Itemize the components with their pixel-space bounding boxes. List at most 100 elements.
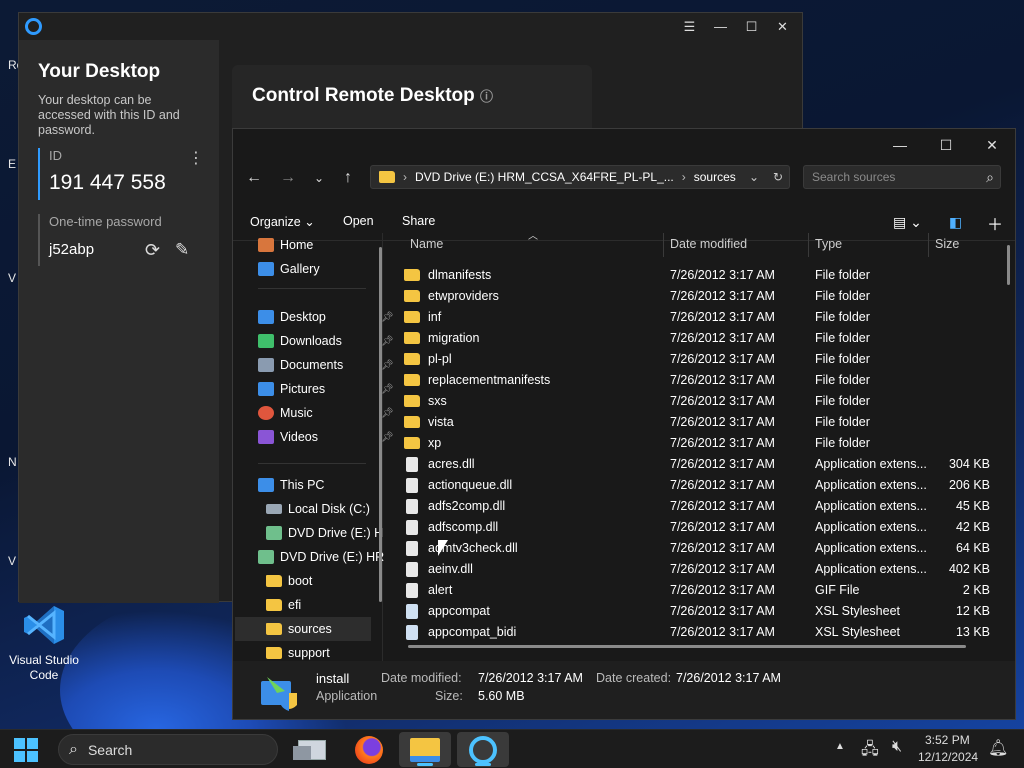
recent-locations-chevron-icon[interactable]: ⌄ bbox=[308, 167, 330, 189]
file-row[interactable]: acres.dll 7/26/2012 3:17 AM Application ex… bbox=[398, 454, 998, 475]
file-row[interactable]: migration 7/26/2012 3:17 AM File folder bbox=[398, 328, 998, 349]
file-row[interactable]: aeinv.dll 7/26/2012 3:17 AM Application ex… bbox=[398, 559, 998, 580]
clock-time[interactable]: 3:52 PM bbox=[925, 733, 970, 747]
nav-item-dvd-drive[interactable]: DVD Drive (E:) H bbox=[266, 521, 383, 545]
address-dropdown-icon[interactable]: ⌄ bbox=[749, 170, 759, 184]
pin-icon[interactable]: 📌︎ bbox=[381, 360, 394, 371]
desktop-icon-label[interactable]: V bbox=[8, 554, 16, 568]
breadcrumb-folder[interactable]: sources bbox=[694, 170, 736, 184]
organize-button[interactable]: Organize ⌄ bbox=[250, 214, 315, 229]
nav-item-dvd-drive-root[interactable]: DVD Drive (E:) HR bbox=[258, 545, 384, 569]
minimize-icon[interactable]: — bbox=[707, 16, 734, 38]
pin-icon[interactable]: 📌︎ bbox=[381, 384, 394, 395]
nav-item-home[interactable]: Home bbox=[258, 233, 313, 257]
column-divider[interactable] bbox=[663, 233, 664, 257]
open-button[interactable]: Open bbox=[343, 214, 374, 228]
column-divider[interactable] bbox=[928, 233, 929, 257]
edit-icon[interactable]: ✎ bbox=[175, 240, 189, 260]
pin-icon[interactable]: 📌︎ bbox=[381, 336, 394, 347]
nav-item-this-pc[interactable]: This PC bbox=[258, 473, 324, 497]
taskbar-firefox[interactable] bbox=[343, 732, 395, 767]
refresh-icon[interactable]: ⟳ bbox=[145, 240, 160, 261]
view-options-icon[interactable]: ▤ ⌄ bbox=[893, 214, 922, 231]
file-row[interactable]: alert 7/26/2012 3:17 AM GIF File 2 KB bbox=[398, 580, 998, 601]
list-vertical-scrollbar[interactable] bbox=[1007, 245, 1010, 285]
close-icon[interactable]: ✕ bbox=[769, 16, 796, 38]
taskbar-file-explorer[interactable] bbox=[399, 732, 451, 767]
minimize-icon[interactable]: — bbox=[877, 129, 923, 161]
desktop-icon-label[interactable]: N bbox=[8, 455, 17, 469]
desktop-icon-vscode[interactable]: Visual Studio Code bbox=[4, 603, 84, 683]
column-divider[interactable] bbox=[808, 233, 809, 257]
more-options-icon[interactable]: ⋮ bbox=[188, 148, 204, 168]
address-bar[interactable]: › DVD Drive (E:) HRM_CCSA_X64FRE_PL-PL_.… bbox=[370, 165, 790, 189]
nav-item-desktop[interactable]: Desktop 📌︎ bbox=[258, 305, 394, 329]
search-input[interactable]: Search sources ⌕ bbox=[803, 165, 1001, 189]
nav-item-documents[interactable]: Documents 📌︎ bbox=[258, 353, 394, 377]
pin-icon[interactable]: 📌︎ bbox=[381, 408, 394, 419]
back-arrow-icon[interactable]: ← bbox=[243, 167, 265, 189]
file-row[interactable]: admtv3check.dll 7/26/2012 3:17 AM Applicat… bbox=[398, 538, 998, 559]
share-button[interactable]: Share bbox=[402, 214, 435, 228]
nav-item-boot[interactable]: boot bbox=[266, 569, 312, 593]
taskbar-anydesk[interactable] bbox=[457, 732, 509, 767]
file-row[interactable]: adfs2comp.dll 7/26/2012 3:17 AM Applicatio… bbox=[398, 496, 998, 517]
nav-item-videos[interactable]: Videos 📌︎ bbox=[258, 425, 394, 449]
pin-icon[interactable]: 📌︎ bbox=[381, 432, 394, 443]
pin-icon[interactable]: 📌︎ bbox=[381, 312, 394, 323]
list-horizontal-scrollbar[interactable] bbox=[408, 645, 966, 648]
show-hidden-icons-chevron-icon[interactable]: ▲ bbox=[835, 741, 845, 752]
file-row[interactable]: adfscomp.dll 7/26/2012 3:17 AM Application… bbox=[398, 517, 998, 538]
nav-divider bbox=[258, 288, 366, 289]
details-pane-icon[interactable]: ◧ bbox=[949, 214, 962, 231]
file-row[interactable]: sxs 7/26/2012 3:17 AM File folder bbox=[398, 391, 998, 412]
file-row[interactable]: vista 7/26/2012 3:17 AM File folder bbox=[398, 412, 998, 433]
file-row[interactable]: inf 7/26/2012 3:17 AM File folder bbox=[398, 307, 998, 328]
maximize-icon[interactable]: ☐ bbox=[738, 16, 765, 38]
task-view-button[interactable] bbox=[286, 732, 338, 767]
nav-item-downloads[interactable]: Downloads 📌︎ bbox=[258, 329, 394, 353]
notification-bell-icon[interactable]: 🔔︎ bbox=[988, 738, 1008, 758]
search-icon[interactable]: ⌕ bbox=[986, 166, 994, 188]
file-row[interactable]: xp 7/26/2012 3:17 AM File folder bbox=[398, 433, 998, 454]
nav-scrollbar[interactable] bbox=[379, 247, 382, 602]
desktop-icon-label[interactable]: E bbox=[8, 157, 16, 171]
details-bar: install Application Date modified: 7/26/… bbox=[233, 661, 1015, 719]
nav-label: DVD Drive (E:) H bbox=[288, 526, 384, 540]
nav-item-pictures[interactable]: Pictures 📌︎ bbox=[258, 377, 394, 401]
clock-date[interactable]: 12/12/2024 bbox=[918, 750, 978, 764]
nav-item-efi[interactable]: efi bbox=[266, 593, 301, 617]
forward-arrow-icon[interactable]: → bbox=[277, 167, 299, 189]
nav-item-local-disk[interactable]: Local Disk (C:) bbox=[266, 497, 370, 521]
up-arrow-icon[interactable]: ↑ bbox=[337, 167, 359, 189]
nav-item-sources[interactable]: sources bbox=[235, 617, 371, 641]
file-row[interactable]: appcompat 7/26/2012 3:17 AM XSL Stylesheet… bbox=[398, 601, 998, 622]
column-header-name[interactable]: Name bbox=[410, 237, 443, 257]
column-header-date[interactable]: Date modified bbox=[670, 237, 747, 257]
nav-item-music[interactable]: Music 📌︎ bbox=[258, 401, 394, 425]
navigation-pane: Home Gallery Desktop 📌︎ Downloads 📌︎ Docum… bbox=[233, 233, 394, 663]
file-row[interactable]: pl-pl 7/26/2012 3:17 AM File folder bbox=[398, 349, 998, 370]
maximize-icon[interactable]: ☐ bbox=[923, 129, 969, 161]
file-row[interactable]: appcompat_bidi 7/26/2012 3:17 AM XSL Style… bbox=[398, 622, 998, 643]
breadcrumb-drive[interactable]: DVD Drive (E:) HRM_CCSA_X64FRE_PL-PL_... bbox=[415, 170, 674, 184]
file-row[interactable]: replacementmanifests 7/26/2012 3:17 AM Fil… bbox=[398, 370, 998, 391]
volume-muted-icon[interactable]: 🔇︎ bbox=[892, 738, 902, 756]
network-icon[interactable]: 🖧︎ bbox=[861, 738, 879, 765]
column-header-size[interactable]: Size bbox=[935, 237, 959, 257]
file-row[interactable]: etwproviders 7/26/2012 3:17 AM File folder bbox=[398, 286, 998, 307]
file-row[interactable]: dlmanifests 7/26/2012 3:17 AM File folder bbox=[398, 265, 998, 286]
nav-item-gallery[interactable]: Gallery bbox=[258, 257, 320, 281]
gif-file-icon bbox=[406, 583, 418, 598]
taskbar-search[interactable]: ⌕ Search bbox=[58, 734, 278, 765]
file-row[interactable]: actionqueue.dll 7/26/2012 3:17 AM Applicat… bbox=[398, 475, 998, 496]
close-icon[interactable]: ✕ bbox=[969, 129, 1015, 161]
refresh-icon[interactable]: ↻ bbox=[773, 170, 783, 184]
desktop-icon-label[interactable]: V bbox=[8, 271, 16, 285]
add-icon[interactable]: ＋ bbox=[987, 211, 1003, 235]
start-button[interactable] bbox=[14, 738, 38, 762]
menu-icon[interactable]: ☰ bbox=[676, 16, 703, 38]
column-header-type[interactable]: Type bbox=[815, 237, 842, 257]
otp-value[interactable]: j52abp bbox=[49, 241, 219, 258]
id-value[interactable]: 191 447 558 bbox=[49, 171, 219, 195]
